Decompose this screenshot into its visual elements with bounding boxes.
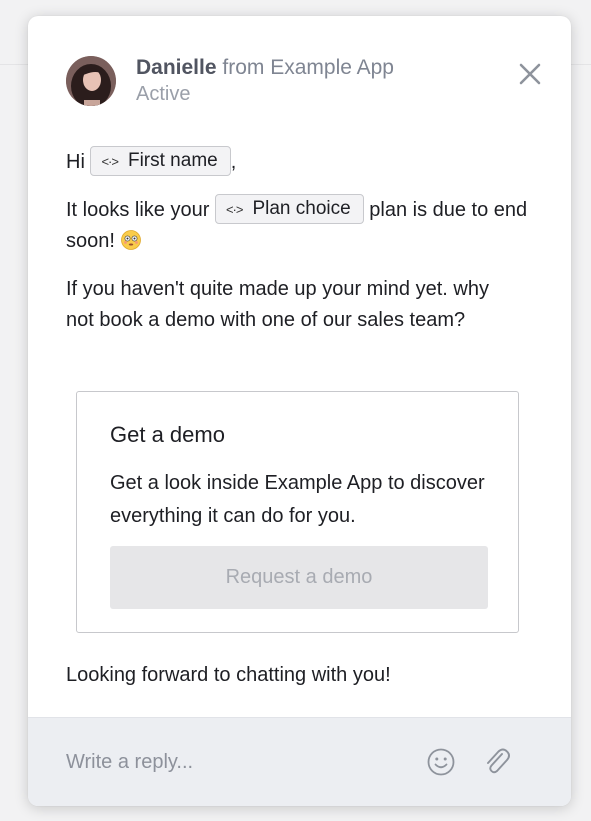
closing-line: Looking forward to chatting with you! [66, 664, 391, 686]
demo-card-description: Get a look inside Example App to discove… [110, 472, 485, 527]
sender-status: Active [136, 83, 191, 105]
plan-choice-chip-label: Plan choice [252, 197, 351, 219]
reply-composer [28, 717, 571, 806]
paperclip-icon[interactable] [482, 746, 512, 778]
demo-card: Get a demo Get a look inside Example App… [76, 391, 519, 633]
flushed-face-emoji [120, 229, 141, 250]
variable-code-icon: <·> [225, 201, 243, 217]
greeting-line: Hi <·> First name, [66, 145, 536, 178]
first-name-chip-label: First name [127, 149, 218, 171]
smiley-icon[interactable] [426, 747, 456, 777]
sender-suffix: from Example App [222, 56, 394, 79]
sender-name: Danielle [136, 56, 217, 79]
plan-paragraph: It looks like your <·> Plan choice plan i… [66, 193, 536, 257]
plan-choice-chip[interactable]: <·> Plan choice [214, 193, 364, 224]
demo-invite-paragraph: If you haven't quite made up your mind y… [66, 278, 489, 331]
first-name-chip[interactable]: <·> First name [90, 145, 231, 176]
greeting-punctuation: , [230, 151, 237, 173]
request-demo-button[interactable]: Request a demo [110, 546, 488, 609]
demo-card-title: Get a demo [110, 422, 225, 447]
reply-input[interactable] [66, 744, 406, 780]
sender-line: Danielle from Example App [136, 56, 394, 80]
message-header: Danielle from Example App Active [28, 16, 571, 126]
variable-code-icon: <·> [101, 153, 118, 169]
plan-prefix: It looks like your [66, 199, 210, 221]
greeting-text: Hi [66, 151, 85, 173]
chat-message-card: Danielle from Example App Active Hi <·> F… [28, 16, 571, 806]
close-icon[interactable] [516, 60, 544, 88]
avatar [66, 56, 116, 106]
